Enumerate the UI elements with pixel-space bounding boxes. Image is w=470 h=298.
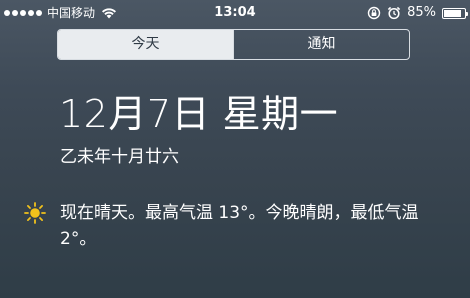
- alarm-icon: [387, 6, 401, 20]
- carrier-name: 中国移动: [47, 6, 96, 20]
- sun-icon: [24, 202, 46, 224]
- battery-fill: [444, 9, 461, 17]
- status-right: 85%: [367, 0, 468, 26]
- signal-dots-icon: [4, 10, 42, 16]
- rotation-lock-icon: [367, 6, 381, 20]
- status-left: 中国移动: [4, 0, 117, 26]
- date-heading: 12月7日 星期一: [59, 92, 339, 136]
- view-switcher: 今天 通知: [57, 29, 410, 60]
- weather-summary: 现在晴天。最高气温 13°。今晚晴朗，最低气温 2°。: [60, 203, 419, 249]
- wifi-icon: [102, 8, 117, 19]
- tab-notifications[interactable]: 通知: [233, 30, 409, 59]
- tab-today[interactable]: 今天: [58, 30, 233, 59]
- battery-percent: 85%: [407, 5, 436, 20]
- status-bar: 中国移动 13:04 85%: [0, 0, 470, 26]
- lunar-date: 乙未年十月廿六: [60, 147, 179, 167]
- battery-icon: [442, 7, 468, 19]
